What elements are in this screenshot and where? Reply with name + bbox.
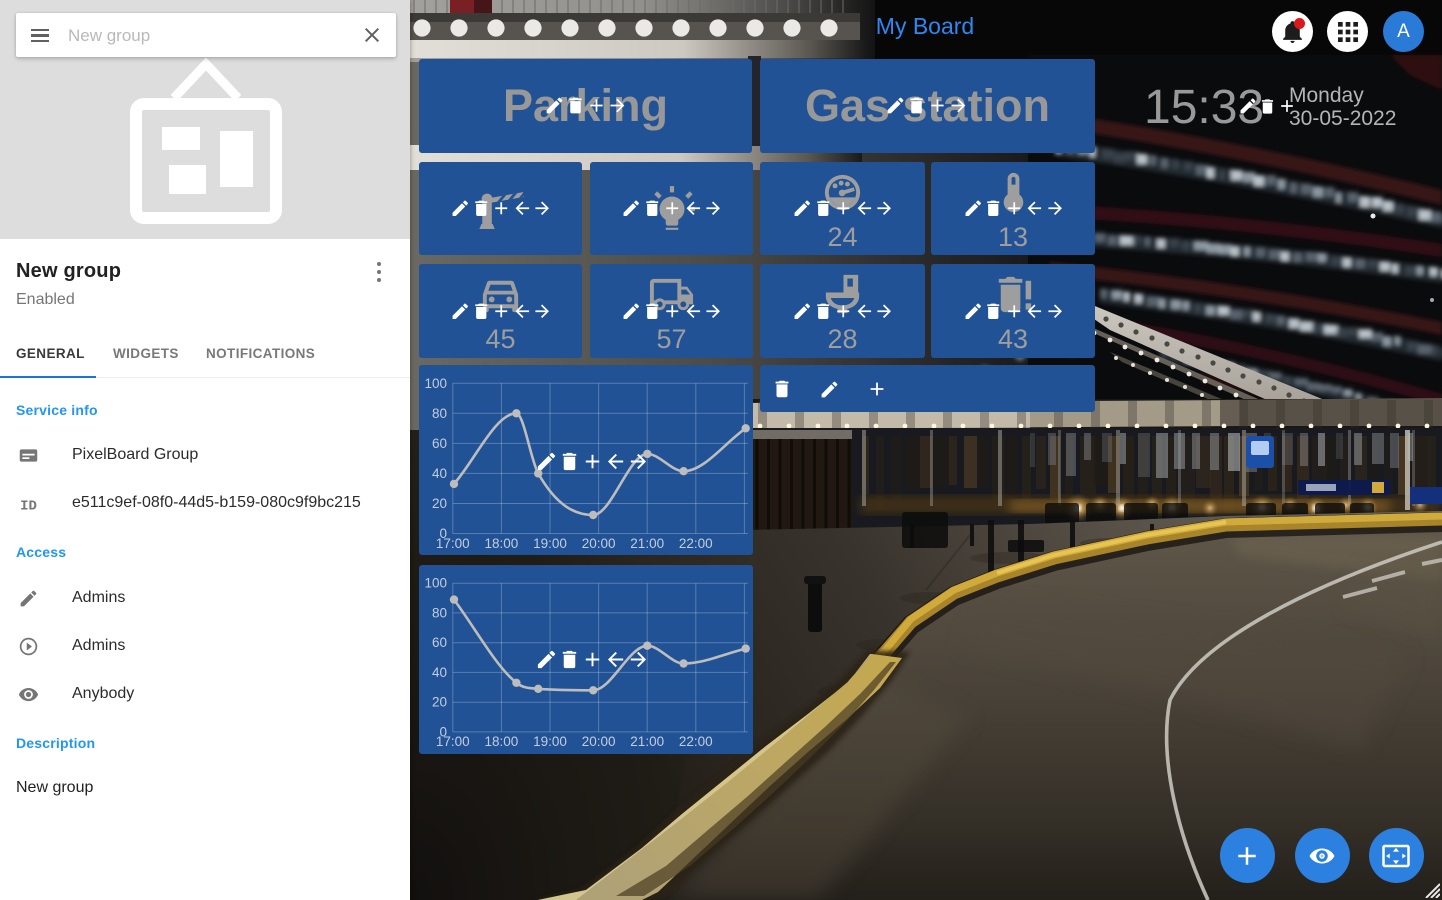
svg-text:20: 20 [432, 496, 447, 511]
svg-text:60: 60 [432, 635, 447, 650]
svg-text:20:00: 20:00 [582, 734, 616, 749]
svg-text:80: 80 [432, 406, 447, 421]
svg-text:20: 20 [432, 695, 447, 710]
svg-text:19:00: 19:00 [533, 734, 567, 749]
svg-text:22:00: 22:00 [679, 536, 713, 551]
svg-text:40: 40 [432, 466, 447, 481]
svg-text:18:00: 18:00 [485, 734, 519, 749]
svg-text:18:00: 18:00 [485, 536, 519, 551]
svg-text:21:00: 21:00 [630, 536, 664, 551]
svg-text:17:00: 17:00 [436, 536, 470, 551]
svg-text:60: 60 [432, 436, 447, 451]
svg-text:ID: ID [20, 498, 37, 514]
svg-text:100: 100 [424, 576, 447, 591]
svg-text:17:00: 17:00 [436, 734, 470, 749]
svg-text:22:00: 22:00 [679, 734, 713, 749]
svg-text:40: 40 [432, 665, 447, 680]
svg-text:80: 80 [432, 605, 447, 620]
svg-text:19:00: 19:00 [533, 536, 567, 551]
svg-text:21:00: 21:00 [630, 734, 664, 749]
svg-text:100: 100 [424, 376, 447, 391]
svg-text:20:00: 20:00 [582, 536, 616, 551]
